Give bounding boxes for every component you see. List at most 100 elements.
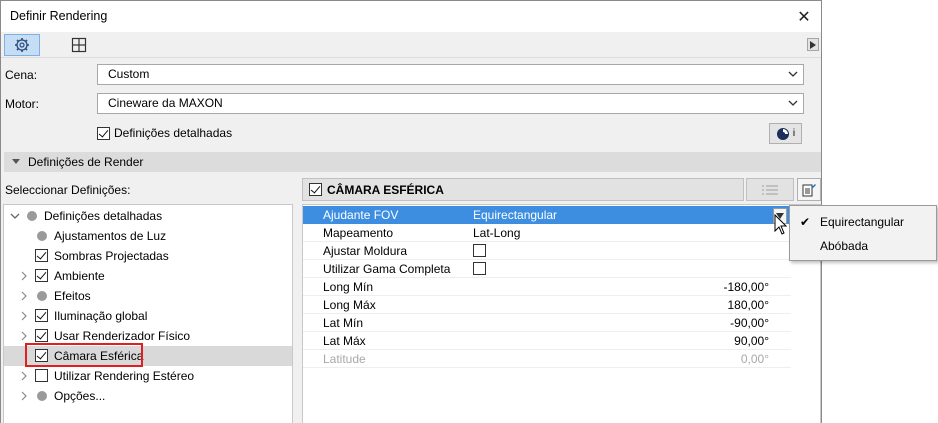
tree-item-label: Ambiente (54, 269, 105, 283)
property-value: Equirectangular (473, 208, 558, 222)
cinema4d-logo-icon (776, 127, 789, 140)
property-name: Long Mín (323, 280, 374, 294)
property-value: -180,00° (723, 280, 770, 294)
gear-icon (15, 38, 29, 52)
property-row-long-min[interactable]: Long Mín -180,00° (303, 278, 791, 296)
property-row-long-max[interactable]: Long Máx 180,00° (303, 296, 791, 314)
document-edit-icon (802, 183, 816, 196)
property-row-fov-helper[interactable]: Ajudante FOV Equirectangular (303, 206, 791, 224)
info-letter: i (792, 128, 796, 139)
detailed-settings-checkbox[interactable] (97, 126, 110, 140)
engine-select[interactable]: Cineware da MAXON (97, 93, 804, 114)
render-settings-section-header[interactable]: Definições de Render (4, 152, 821, 172)
toolbar-scroll-button[interactable] (807, 38, 819, 51)
tree-item-cast-shadows[interactable]: Sombras Projectadas (4, 246, 292, 266)
status-dot-icon (27, 211, 37, 221)
tree-root-label: Definições detalhadas (44, 209, 163, 223)
scene-label: Cena: (5, 68, 38, 82)
property-row-lat-min[interactable]: Lat Mín -90,00° (303, 314, 791, 332)
window-title: Definir Rendering (10, 9, 108, 23)
tree-item-checkbox[interactable] (35, 249, 48, 262)
full-range-checkbox[interactable] (473, 262, 486, 275)
close-icon: ✕ (797, 8, 811, 26)
engine-info-button[interactable]: i (769, 123, 802, 144)
tree-item-label: Efeitos (54, 289, 91, 303)
settings-tab-button[interactable] (4, 34, 40, 56)
engine-label: Motor: (5, 97, 40, 111)
panel-enable-checkbox[interactable] (309, 183, 322, 196)
property-name: Mapeamento (323, 226, 394, 240)
list-icon (762, 184, 778, 195)
chevron-right-icon[interactable] (19, 391, 29, 401)
chevron-down-icon (788, 100, 798, 106)
property-value: 0,00° (740, 352, 769, 366)
fit-frame-checkbox[interactable] (473, 244, 486, 257)
property-value: Lat-Long (473, 226, 521, 240)
status-dot-icon (37, 391, 47, 401)
checkmark-icon: ✔ (800, 215, 811, 229)
chevron-down-icon (788, 71, 798, 77)
property-row-lat-max[interactable]: Lat Máx 90,00° (303, 332, 791, 350)
tree-item-options[interactable]: Opções... (4, 386, 292, 406)
property-name: Lat Máx (323, 334, 366, 348)
tree-item-label: Utilizar Rendering Estéreo (54, 369, 195, 383)
chevron-right-icon[interactable] (19, 331, 29, 341)
detailed-settings-label: Definições detalhadas (114, 126, 233, 140)
triangle-right-icon (810, 40, 816, 49)
chevron-right-icon[interactable] (19, 291, 29, 301)
tree-item-checkbox[interactable] (35, 269, 48, 282)
property-value: 90,00° (734, 334, 769, 348)
close-button[interactable]: ✕ (787, 1, 821, 32)
select-settings-label: Seleccionar Definições: (5, 183, 131, 197)
tree-item-label: Sombras Projectadas (54, 249, 169, 263)
chevron-right-icon[interactable] (19, 271, 29, 281)
title-bar: Definir Rendering ✕ (1, 1, 821, 32)
scene-select[interactable]: Custom (97, 64, 804, 85)
collapse-triangle-icon (12, 159, 20, 164)
tree-item-checkbox[interactable] (35, 309, 48, 322)
property-name: Lat Mín (323, 316, 364, 330)
tree-item-label: Iluminação global (54, 309, 148, 323)
section-title: Definições de Render (28, 155, 144, 169)
dropdown-option-dome[interactable]: Abóbada (790, 235, 936, 257)
selection-highlight-box (25, 343, 143, 367)
chevron-right-icon[interactable] (19, 371, 29, 381)
view-tab-button[interactable] (61, 34, 97, 56)
property-value: -90,00° (730, 316, 769, 330)
property-row-mapping[interactable]: Mapeamento Lat-Long (303, 224, 791, 242)
tree-item-checkbox[interactable] (35, 329, 48, 342)
tree-item-label: Opções... (54, 389, 106, 403)
tree-item-label: Ajustamentos de Luz (54, 229, 167, 243)
property-name: Utilizar Gama Completa (323, 262, 451, 276)
toolbar (1, 32, 821, 58)
option-label: Abóbada (820, 239, 869, 253)
tree-item-label: Usar Renderizador Físico (54, 329, 191, 343)
property-row-full-range[interactable]: Utilizar Gama Completa (303, 260, 791, 278)
tree-item-stereo-rendering[interactable]: Utilizar Rendering Estéreo (4, 366, 292, 386)
property-row-fit-frame[interactable]: Ajustar Moldura (303, 242, 791, 260)
tree-item-checkbox[interactable] (35, 369, 48, 382)
property-name: Ajustar Moldura (323, 244, 408, 258)
tree-item-light-adjustments[interactable]: Ajustamentos de Luz (4, 226, 292, 246)
property-value: 180,00° (727, 298, 769, 312)
engine-value: Cineware da MAXON (108, 96, 223, 110)
status-dot-icon (37, 231, 47, 241)
tree-root-row[interactable]: Definições detalhadas (4, 206, 292, 226)
panel-header: CÂMARA ESFÉRICA (302, 178, 744, 201)
property-row-latitude: Latitude 0,00° (303, 350, 791, 368)
chevron-right-icon[interactable] (19, 311, 29, 321)
fov-helper-dropdown-menu: ✔ Equirectangular Abóbada (789, 205, 937, 261)
list-view-button[interactable] (746, 178, 794, 201)
tree-item-environment[interactable]: Ambiente (4, 266, 292, 286)
tree-item-global-illumination[interactable]: Iluminação global (4, 306, 292, 326)
option-label: Equirectangular (820, 215, 905, 229)
status-dot-icon (37, 291, 47, 301)
mouse-cursor-icon (774, 214, 788, 235)
edit-preset-button[interactable] (797, 178, 821, 201)
dropdown-option-equirectangular[interactable]: ✔ Equirectangular (790, 211, 936, 233)
detailed-settings-row: Definições detalhadas (97, 126, 232, 140)
tree-item-effects[interactable]: Efeitos (4, 286, 292, 306)
chevron-down-icon[interactable] (10, 211, 20, 221)
property-name: Latitude (323, 352, 366, 366)
property-name: Long Máx (323, 298, 376, 312)
